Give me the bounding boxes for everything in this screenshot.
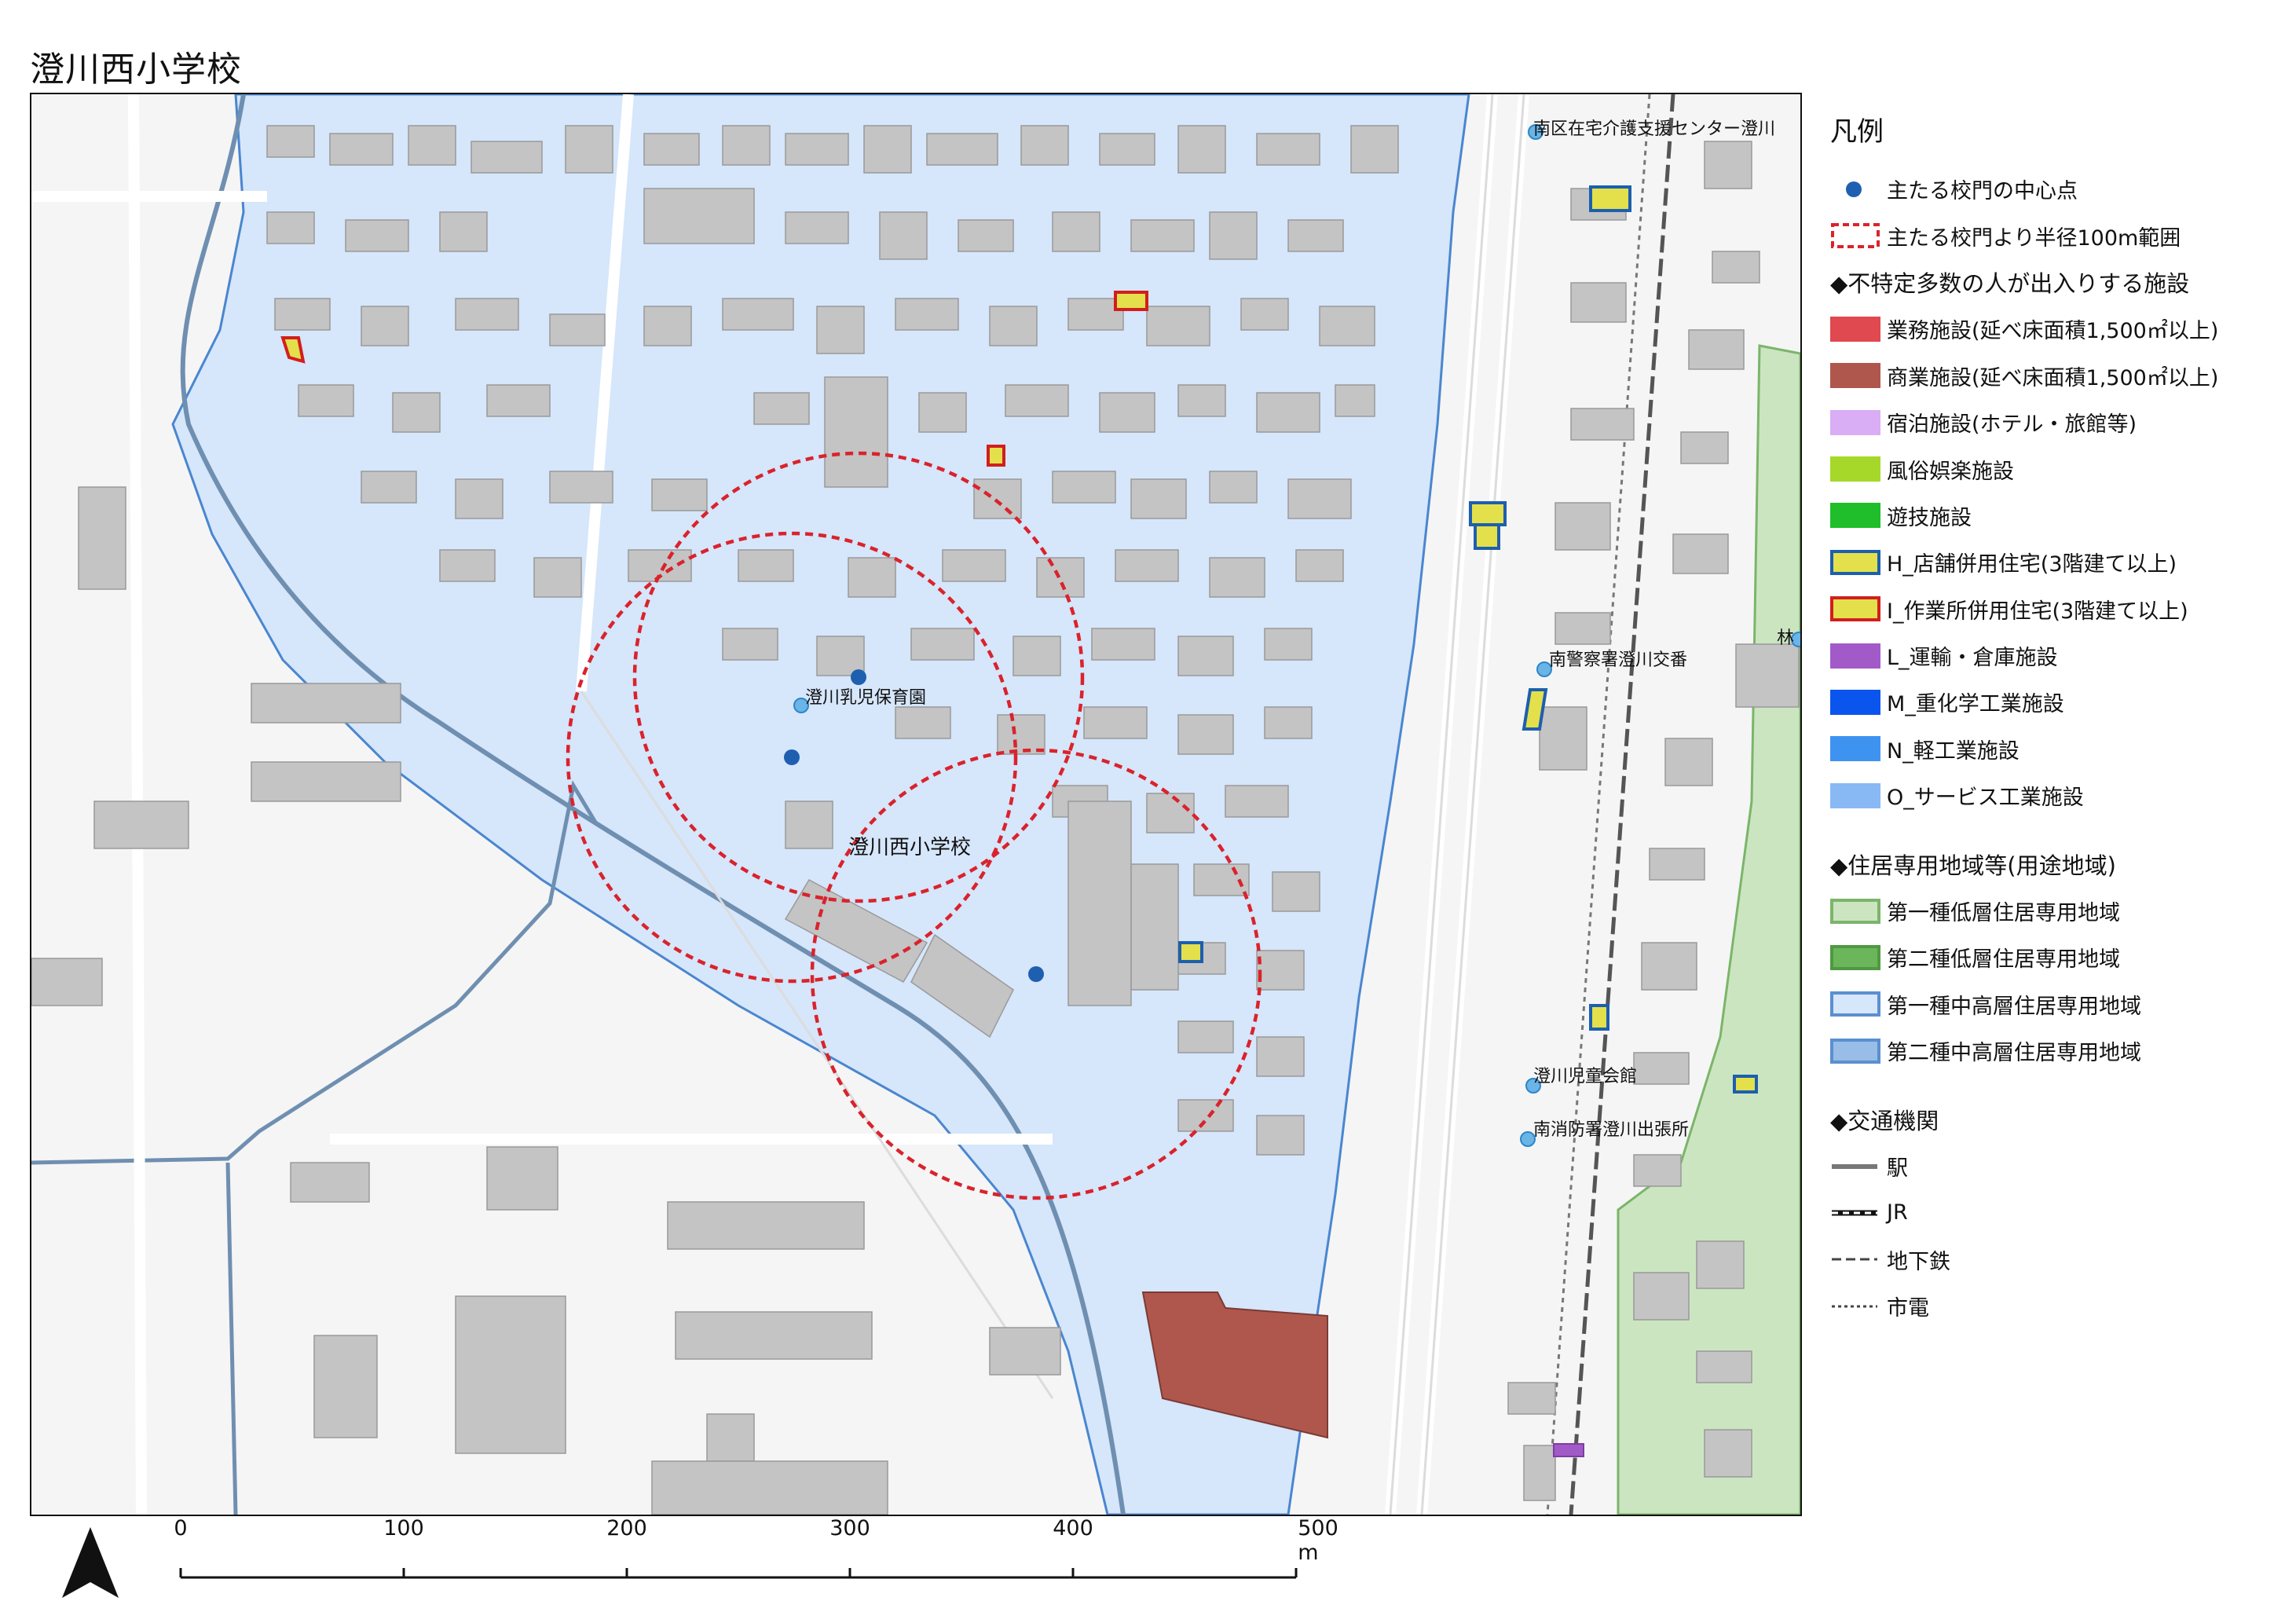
scale-tick-label: 100 [383,1516,424,1541]
legend-facility-item: I_作業所併用住宅(3階建て以上) [1830,586,2286,632]
legend-facility-list: 業務施設(延べ床面積1,500㎡以上) 商業施設(延べ床面積1,500㎡以上) 宿泊… [1830,306,2286,819]
scale-tick-label: 500 m [1298,1516,1338,1565]
legend-zone-item: 第一種低層住居専用地域 [1830,888,2286,934]
label-police: 南警察署澄川交番 [1549,650,1688,670]
legend-swatch [1830,596,1880,622]
label-nursery: 澄川乳児保育園 [805,688,927,708]
legend-facility-label: H_店舗併用住宅(3階建て以上) [1887,552,2177,577]
legend-transport-label: 駅 [1887,1156,1908,1181]
legend-zone-label: 第二種低層住居専用地域 [1887,947,2120,973]
legend-zone-label: 第二種中高層住居専用地域 [1887,1041,2141,1066]
gate-point-icon [1846,181,1862,197]
legend-facility-label: O_サービス工業施設 [1887,786,2084,811]
legend-facility-label: M_重化学工業施設 [1887,692,2064,717]
subway-line-icon [1832,1258,1877,1261]
legend-swatch [1830,363,1880,389]
map-title: 澄川西小学校 [30,49,242,90]
legend-facility-item: 風俗娯楽施設 [1830,445,2286,492]
legend-swatch [1830,782,1880,808]
legend-zone-label: 第一種中高層住居専用地域 [1887,994,2141,1019]
legend-facility-item: H_店舗併用住宅(3階建て以上) [1830,539,2286,585]
legend-gate-point-label: 主たる校門の中心点 [1887,179,2078,204]
scale-bar: 0 100 200 300 400 500 m [165,1516,1343,1595]
legend-transport-item: 市電 [1830,1283,2286,1329]
scale-tick-label: 0 [174,1516,188,1541]
legend-facility-item: O_サービス工業施設 [1830,772,2286,819]
map-frame[interactable]: 澄川西小学校 澄川乳児保育園 南区在宅介護支援センター澄川 南警察署澄川交番 澄… [30,93,1802,1516]
map-canvas[interactable] [31,94,1800,1515]
legend-section-facilities: ◆不特定多数の人が出入りする施設 [1830,270,2190,298]
legend-facility-item: 遊技施設 [1830,493,2286,539]
scale-bar-line [179,1568,1298,1579]
legend-swatch [1830,736,1880,762]
tram-line-icon [1832,1305,1877,1308]
legend-swatch [1830,316,1880,342]
legend-swatch [1830,898,1880,924]
legend-facility-item: 商業施設(延べ床面積1,500㎡以上) [1830,353,2286,399]
legend-swatch [1830,503,1880,529]
legend-facility-label: 宿泊施設(ホテル・旅館等) [1887,412,2137,438]
legend-facility-item: 宿泊施設(ホテル・旅館等) [1830,399,2286,445]
legend-zone-item: 第二種低層住居専用地域 [1830,934,2286,980]
legend-transport-label: 地下鉄 [1887,1249,1950,1274]
legend-swatch [1830,689,1880,715]
legend-facility-label: 業務施設(延べ床面積1,500㎡以上) [1887,319,2219,344]
legend-transport-list: 駅 JR 地下鉄市電 [1830,1143,2286,1330]
legend-swatch [1830,549,1880,575]
legend: 凡例 主たる校門の中心点 主たる校門より半径100m範囲 ◆不特定多数の人が出入… [1830,110,2286,1329]
legend-facility-label: L_運輸・倉庫施設 [1887,646,2058,671]
legend-facility-label: 遊技施設 [1887,505,1972,530]
legend-facility-item: N_軽工業施設 [1830,726,2286,772]
legend-swatch [1830,1038,1880,1064]
legend-swatch [1830,643,1880,669]
legend-title: 凡例 [1830,116,1884,148]
label-fire-station: 南消防署澄川出張所 [1533,1120,1690,1140]
legend-swatch [1830,944,1880,970]
legend-radius-range: 主たる校門より半径100m範囲 [1830,212,2286,258]
legend-facility-item: M_重化学工業施設 [1830,679,2286,725]
legend-facility-label: N_軽工業施設 [1887,738,2020,764]
scale-tick-label: 200 [606,1516,647,1541]
legend-zone-item: 第二種中高層住居専用地域 [1830,1028,2286,1074]
label-edge: 林 [1777,628,1795,648]
legend-facility-label: 商業施設(延べ床面積1,500㎡以上) [1887,365,2219,390]
legend-gate-point: 主たる校門の中心点 [1830,166,2286,212]
label-school: 澄川西小学校 [848,836,972,859]
north-arrow-icon [59,1524,122,1606]
legend-facility-item: 業務施設(延べ床面積1,500㎡以上) [1830,306,2286,352]
legend-section-transport: ◆交通機関 [1830,1108,1939,1135]
scale-tick-label: 300 [829,1516,870,1541]
legend-facility-label: 風俗娯楽施設 [1887,459,2014,484]
legend-facility-item: L_運輸・倉庫施設 [1830,632,2286,679]
legend-zone-label: 第一種低層住居専用地域 [1887,901,2120,926]
scale-tick-label: 400 [1053,1516,1093,1541]
legend-swatch [1830,409,1880,435]
legend-facility-label: I_作業所併用住宅(3階建て以上) [1887,599,2188,624]
legend-transport-item: JR [1830,1189,2286,1236]
radius-range-icon [1831,223,1880,249]
legend-swatch [1830,456,1880,482]
label-childrens-hall: 澄川児童会館 [1533,1067,1638,1086]
legend-section-zones: ◆住居専用地域等(用途地域) [1830,852,2116,880]
legend-transport-item: 地下鉄 [1830,1236,2286,1283]
legend-zone-list: 第一種低層住居専用地域 第二種低層住居専用地域 第一種中高層住居専用地域 第二種中高層… [1830,888,2286,1075]
jr-line-icon [1832,1210,1877,1216]
legend-radius-range-label: 主たる校門より半径100m範囲 [1887,225,2181,251]
station-line-icon [1832,1163,1877,1169]
legend-transport-item: 駅 [1830,1143,2286,1189]
legend-swatch [1830,991,1880,1017]
warehouse [1553,1443,1584,1457]
legend-zone-item: 第一種中高層住居専用地域 [1830,981,2286,1028]
label-care-center: 南区在宅介護支援センター澄川 [1533,119,1776,139]
legend-transport-label: 市電 [1887,1296,1929,1321]
legend-transport-label: JR [1887,1200,1908,1225]
